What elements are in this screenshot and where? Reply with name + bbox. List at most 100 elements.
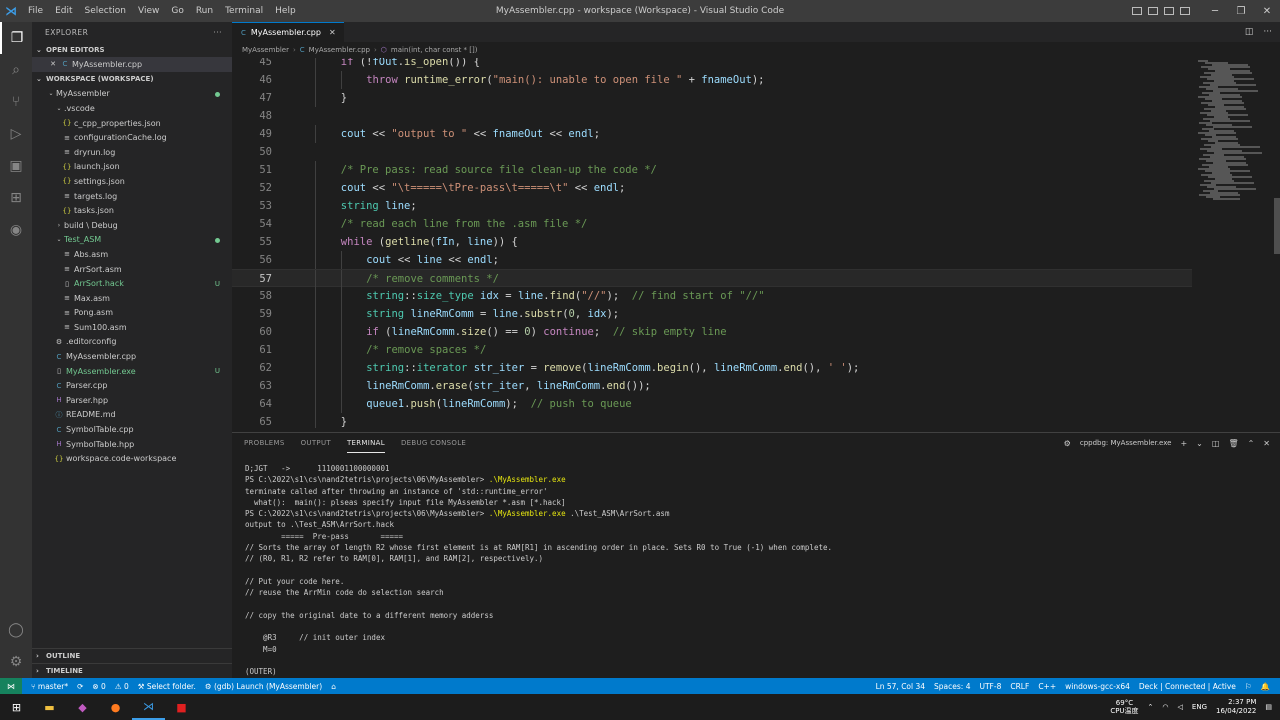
- terminal-output[interactable]: D;JGT -> 1110001100000001 PS C:\2022\s1\c…: [245, 463, 1265, 677]
- compiler-config[interactable]: windows-gcc-x64: [1065, 682, 1130, 691]
- windows-start-icon[interactable]: ⊞: [0, 694, 33, 720]
- file-explorer-icon[interactable]: ▬: [33, 694, 66, 720]
- recorder-icon[interactable]: ■: [165, 694, 198, 720]
- tree-file[interactable]: {} settings.json: [32, 174, 232, 189]
- remote-explorer-icon[interactable]: ▣: [0, 150, 32, 182]
- accounts-icon[interactable]: ◯: [0, 614, 32, 646]
- tree-file[interactable]: ≡ configurationCache.log: [32, 130, 232, 145]
- tree-file[interactable]: ⚙ .editorconfig: [32, 335, 232, 350]
- sync-icon[interactable]: ⟳: [77, 682, 83, 691]
- workspace-section[interactable]: ⌄ WORKSPACE (WORKSPACE): [32, 72, 232, 87]
- chevron-down-icon[interactable]: ⌄: [1196, 439, 1203, 448]
- tab-output[interactable]: OUTPUT: [301, 433, 331, 453]
- tree-file[interactable]: {} workspace.code-workspace: [32, 451, 232, 466]
- split-terminal-icon[interactable]: ◫: [1212, 439, 1220, 448]
- tree-folder[interactable]: ⌄ .vscode: [32, 101, 232, 116]
- tree-folder[interactable]: ⌄ MyAssembler: [32, 87, 232, 102]
- tree-file[interactable]: C Parser.cpp: [32, 378, 232, 393]
- open-editor-item[interactable]: ✕ C MyAssembler.cpp: [32, 57, 232, 72]
- language-mode[interactable]: C++: [1038, 682, 1056, 691]
- network-icon[interactable]: ◠: [1162, 703, 1168, 711]
- vscode-taskbar-icon[interactable]: ⋊: [132, 694, 165, 720]
- new-terminal-icon[interactable]: +: [1180, 439, 1187, 448]
- language-indicator[interactable]: ENG: [1192, 703, 1207, 711]
- cpu-temp[interactable]: 69°C CPU温度: [1110, 699, 1138, 715]
- app-icon[interactable]: ◆: [66, 694, 99, 720]
- menu-edit[interactable]: Edit: [49, 6, 78, 16]
- github-icon[interactable]: ◉: [0, 214, 32, 246]
- close-icon[interactable]: ✕: [48, 60, 58, 68]
- tree-file[interactable]: ▯ ArrSort.hack U: [32, 276, 232, 291]
- breadcrumb-item[interactable]: main(int, char const * []): [391, 46, 478, 54]
- cursor-position[interactable]: Ln 57, Col 34: [876, 682, 925, 691]
- editor-scrollbar[interactable]: [1274, 198, 1280, 254]
- outline-section[interactable]: › OUTLINE: [32, 648, 232, 663]
- code-editor[interactable]: 45 if (!fOut.is_open()) {46 throw runtime_…: [232, 58, 1280, 428]
- close-panel-icon[interactable]: ✕: [1263, 439, 1270, 448]
- warnings-count[interactable]: ⚠ 0: [115, 682, 129, 691]
- debug-launch-button[interactable]: ⚙ (gdb) Launch (MyAssembler): [205, 682, 322, 691]
- notifications-icon[interactable]: 🔔: [1261, 682, 1270, 691]
- close-window-button[interactable]: ✕: [1254, 6, 1280, 17]
- tree-file[interactable]: {} c_cpp_properties.json: [32, 116, 232, 131]
- broadcast-icon[interactable]: ⚐: [1245, 682, 1252, 691]
- deck-status[interactable]: Deck | Connected | Active: [1139, 682, 1236, 691]
- customize-layout-icon[interactable]: [1180, 7, 1190, 15]
- tree-file[interactable]: ≡ dryrun.log: [32, 145, 232, 160]
- manage-gear-icon[interactable]: ⚙: [0, 646, 32, 678]
- tree-file[interactable]: ≡ Abs.asm: [32, 247, 232, 262]
- menu-terminal[interactable]: Terminal: [219, 6, 269, 16]
- run-debug-icon[interactable]: ▷: [0, 118, 32, 150]
- tree-file[interactable]: ≡ Max.asm: [32, 291, 232, 306]
- timeline-section[interactable]: › TIMELINE: [32, 663, 232, 678]
- search-icon[interactable]: ⌕: [0, 54, 32, 86]
- tree-file[interactable]: {} launch.json: [32, 160, 232, 175]
- breadcrumb-item[interactable]: MyAssembler.cpp: [309, 46, 370, 54]
- extensions-icon[interactable]: ⊞: [0, 182, 32, 214]
- menu-go[interactable]: Go: [165, 6, 189, 16]
- menu-run[interactable]: Run: [190, 6, 219, 16]
- select-folder-button[interactable]: ⚒ Select folder.: [138, 682, 196, 691]
- toggle-panel-icon[interactable]: [1148, 7, 1158, 15]
- tree-folder[interactable]: › build \ Debug: [32, 218, 232, 233]
- toggle-sidebar-icon[interactable]: [1132, 7, 1142, 15]
- tree-file[interactable]: H Parser.hpp: [32, 393, 232, 408]
- tree-file[interactable]: ▯ MyAssembler.exe U: [32, 364, 232, 379]
- more-actions-icon[interactable]: ···: [1263, 27, 1272, 37]
- menu-selection[interactable]: Selection: [79, 6, 132, 16]
- minimize-button[interactable]: ─: [1202, 6, 1228, 17]
- tree-folder[interactable]: ⌄ Test_ASM: [32, 233, 232, 248]
- tree-file[interactable]: H SymbolTable.hpp: [32, 437, 232, 452]
- encoding[interactable]: UTF-8: [979, 682, 1001, 691]
- minimap[interactable]: [1194, 58, 1274, 428]
- toggle-secondary-sidebar-icon[interactable]: [1164, 7, 1174, 15]
- tree-file[interactable]: C MyAssembler.cpp: [32, 349, 232, 364]
- source-control-icon[interactable]: ⑂: [0, 86, 32, 118]
- chevron-up-icon[interactable]: ⌃: [1148, 703, 1154, 711]
- tree-file[interactable]: ⓘ README.md: [32, 408, 232, 423]
- errors-count[interactable]: ⊗ 0: [92, 682, 105, 691]
- menu-view[interactable]: View: [132, 6, 165, 16]
- tab-problems[interactable]: PROBLEMS: [244, 433, 285, 453]
- trash-icon[interactable]: 🗑: [1228, 439, 1238, 448]
- close-tab-icon[interactable]: ✕: [329, 28, 336, 37]
- open-editors-section[interactable]: ⌄ OPEN EDITORS: [32, 42, 232, 57]
- remote-icon[interactable]: ⋈: [0, 678, 22, 694]
- restore-button[interactable]: ❐: [1228, 6, 1254, 17]
- end-of-line[interactable]: CRLF: [1010, 682, 1029, 691]
- menu-file[interactable]: File: [22, 6, 49, 16]
- indentation[interactable]: Spaces: 4: [934, 682, 970, 691]
- more-actions-icon[interactable]: ···: [213, 28, 222, 37]
- tab-terminal[interactable]: TERMINAL: [346, 433, 385, 453]
- explorer-icon[interactable]: ❐: [0, 22, 32, 54]
- volume-icon[interactable]: ◁: [1178, 703, 1183, 711]
- firefox-icon[interactable]: ●: [99, 694, 132, 720]
- clock[interactable]: 2:37 PM 16/04/2022: [1216, 698, 1256, 716]
- tab-debug-console[interactable]: DEBUG CONSOLE: [401, 433, 466, 453]
- split-editor-icon[interactable]: ◫: [1245, 27, 1254, 37]
- tab-myassembler-cpp[interactable]: C MyAssembler.cpp ✕: [232, 22, 344, 42]
- menu-help[interactable]: Help: [269, 6, 302, 16]
- tree-file[interactable]: C SymbolTable.cpp: [32, 422, 232, 437]
- notification-center-icon[interactable]: ▤: [1265, 703, 1272, 711]
- terminal-selector[interactable]: cppdbg: MyAssembler.exe: [1080, 439, 1172, 447]
